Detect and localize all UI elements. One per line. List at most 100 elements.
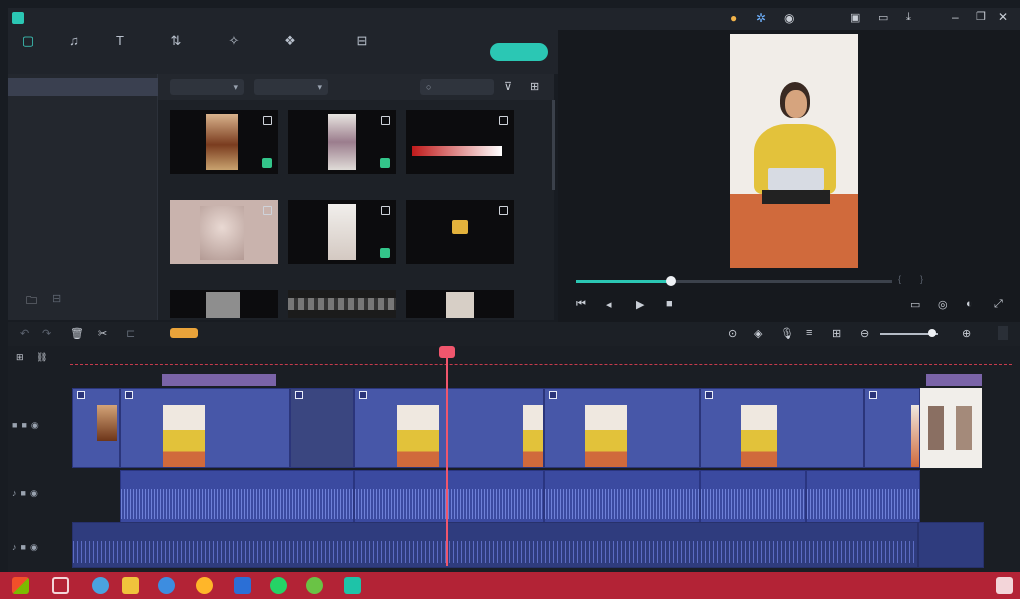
delete-folder-icon[interactable]: ⊟ — [52, 292, 61, 305]
grid-view-icon[interactable]: ⊞ — [530, 80, 539, 93]
undo-icon[interactable]: ↶ — [20, 327, 29, 340]
start-icon[interactable] — [12, 577, 29, 594]
video-clip[interactable] — [700, 388, 864, 468]
filter-icon[interactable]: ⊽ — [504, 80, 512, 93]
cart-icon[interactable]: ▣ — [850, 11, 860, 24]
media-scrollbar[interactable] — [552, 100, 555, 190]
video-clip[interactable] — [544, 388, 700, 468]
zoom-out-icon[interactable]: ⊖ — [860, 327, 869, 340]
filmora-icon[interactable] — [344, 577, 361, 594]
snapshot-icon[interactable]: ◎ — [938, 298, 948, 311]
lock-icon[interactable]: ■ — [21, 488, 30, 498]
play-icon[interactable]: ▶ — [636, 298, 644, 311]
favorite-icon[interactable] — [263, 206, 272, 215]
sidebar-item-project-media[interactable] — [8, 78, 158, 96]
video-clip[interactable] — [120, 388, 290, 468]
media-thumb[interactable] — [170, 110, 278, 174]
playhead-handle[interactable] — [439, 346, 455, 358]
audio-track-header[interactable]: ♪■◉ — [8, 488, 70, 499]
lightbulb-icon[interactable]: ● — [730, 11, 737, 25]
minimize-icon[interactable]: – — [952, 10, 959, 24]
prev-frame-icon[interactable]: ⏮ — [576, 298, 586, 311]
add-track-icon[interactable]: ⊞ — [16, 352, 24, 363]
maximize-icon[interactable]: ❐ — [976, 10, 986, 23]
eye-icon[interactable]: ◉ — [31, 420, 43, 430]
media-thumb[interactable] — [288, 290, 396, 318]
timeline-scroll[interactable] — [998, 326, 1008, 340]
music-clip[interactable] — [918, 522, 984, 568]
audio-clip[interactable] — [806, 470, 920, 524]
mark-in-icon[interactable]: { — [898, 274, 901, 284]
media-thumb[interactable] — [288, 200, 396, 264]
media-thumb[interactable] — [288, 110, 396, 174]
export-button[interactable] — [490, 43, 548, 61]
layout-icon[interactable]: ▭ — [878, 11, 888, 24]
tab-transition[interactable]: ⇅ — [156, 33, 196, 49]
tab-effects[interactable]: ✧ — [214, 33, 254, 49]
cut-icon[interactable]: ✂ — [98, 327, 107, 340]
playhead-line[interactable] — [446, 350, 448, 566]
user-icon[interactable]: ◉ — [784, 11, 794, 25]
video-clip[interactable] — [72, 388, 120, 468]
sidebar-item-shared-media[interactable] — [8, 122, 158, 140]
zoom-knob[interactable] — [928, 329, 936, 337]
video-clip[interactable] — [864, 388, 920, 468]
favorite-icon[interactable] — [381, 116, 390, 125]
audio-clip[interactable] — [544, 470, 700, 524]
progress-knob[interactable] — [665, 276, 676, 286]
zoom-in-icon[interactable]: ⊕ — [962, 327, 971, 340]
favorite-icon[interactable] — [499, 116, 508, 125]
chrome-icon[interactable] — [158, 577, 175, 594]
link-icon[interactable]: ⛓ — [36, 352, 47, 363]
sun-icon[interactable]: ✲ — [756, 11, 766, 25]
speaker-icon[interactable]: ◉ — [30, 542, 42, 552]
sidebar-item-sample-green-screen[interactable] — [8, 224, 158, 242]
tab-split-screen[interactable]: ⊟ — [334, 33, 390, 49]
marker-icon[interactable]: ⊞ — [832, 327, 841, 340]
image-clip[interactable] — [920, 388, 982, 468]
favorite-icon[interactable] — [381, 206, 390, 215]
tab-media[interactable]: ▢ — [8, 33, 48, 49]
media-thumb[interactable] — [406, 200, 514, 264]
delete-icon[interactable]: 🗑 — [70, 327, 84, 340]
video-clip[interactable] — [354, 388, 544, 468]
map-icon[interactable] — [196, 577, 213, 594]
music-track-header[interactable]: ♪■◉ — [8, 542, 70, 553]
crop-icon[interactable]: ⊏ — [126, 327, 135, 340]
close-icon[interactable]: ✕ — [998, 10, 1008, 24]
fullscreen-icon[interactable]: ⤢ — [994, 298, 1003, 311]
sidebar-item-folder[interactable] — [8, 100, 158, 118]
media-thumb[interactable] — [406, 110, 514, 174]
sidebar-item-shared-folder[interactable] — [8, 144, 158, 162]
audio-clip[interactable] — [700, 470, 806, 524]
lock-icon[interactable]: ■ — [21, 420, 30, 430]
audio-clip[interactable] — [354, 470, 544, 524]
stop-icon[interactable]: ■ — [666, 298, 673, 310]
record-dropdown[interactable]: ▾ — [254, 79, 328, 95]
browser-icon[interactable] — [306, 577, 323, 594]
notification-icon[interactable] — [996, 577, 1013, 594]
new-folder-icon[interactable]: 🗀 — [26, 292, 37, 311]
media-thumb[interactable] — [406, 290, 514, 318]
monitor-icon[interactable]: ▭ — [910, 298, 920, 311]
shield-icon[interactable]: ◈ — [754, 327, 762, 340]
task-view-icon[interactable] — [52, 577, 69, 594]
lock-icon[interactable]: ■ — [21, 542, 30, 552]
render-icon[interactable]: ⊙ — [728, 327, 737, 340]
word-icon[interactable] — [234, 577, 251, 594]
tab-titles[interactable]: T — [100, 33, 140, 49]
favorite-icon[interactable] — [499, 206, 508, 215]
search-input[interactable]: ○ — [420, 79, 494, 95]
redo-icon[interactable]: ↷ — [42, 327, 51, 340]
step-back-icon[interactable]: ◂ — [606, 298, 612, 311]
sidebar-item-sample-video[interactable] — [8, 200, 158, 218]
audio-clip[interactable] — [120, 470, 354, 524]
edge-icon[interactable] — [92, 577, 109, 594]
video-clip[interactable] — [290, 388, 354, 468]
import-dropdown[interactable]: ▾ — [170, 79, 244, 95]
folder-icon[interactable] — [122, 577, 139, 594]
sidebar-item-sample-colors[interactable] — [8, 176, 158, 194]
video-track-header[interactable]: ■■◉ — [8, 420, 70, 431]
tab-elements[interactable]: ❖ — [270, 33, 310, 49]
speed-icon[interactable] — [170, 328, 198, 338]
